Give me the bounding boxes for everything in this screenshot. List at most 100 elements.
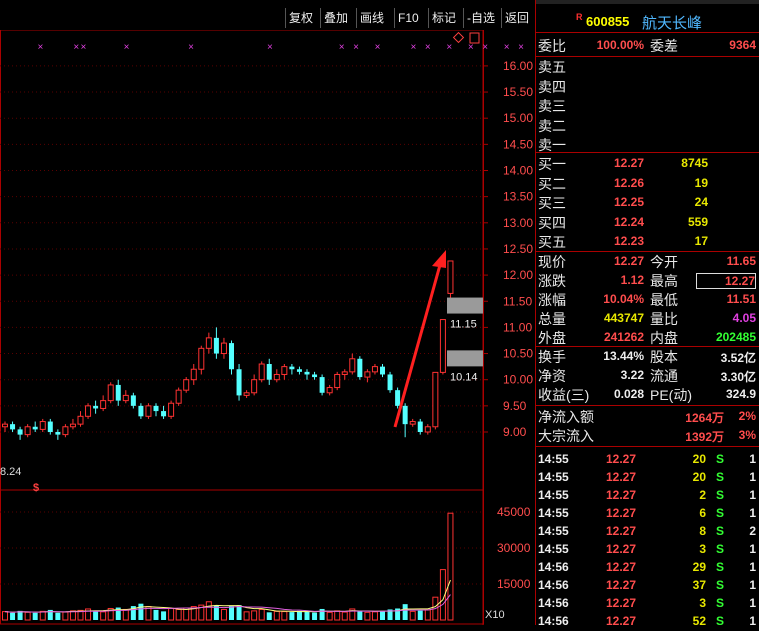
tick-price: 12.27 [606, 542, 637, 556]
overlay-button[interactable]: 叠加 [320, 8, 351, 28]
tick-row[interactable]: 14:55 12.27 8 S 2 [536, 523, 759, 541]
price-axis-label: 12.50 [503, 242, 533, 256]
tick-side: S [716, 596, 725, 610]
candle-body-up [183, 379, 190, 391]
buy-level-price: 12.27 [613, 156, 644, 170]
buy-level-price: 12.23 [613, 234, 644, 248]
tick-time: 14:55 [538, 524, 569, 538]
left-price-label: 8.24 [0, 466, 21, 478]
tick-row[interactable]: 14:56 12.27 52 S 1 [536, 613, 759, 631]
candle-body-down [47, 421, 53, 432]
quote-label: 涨跌 [538, 273, 566, 289]
volume-bar-up [281, 611, 288, 621]
tick-price: 12.27 [606, 560, 637, 574]
tick-row[interactable]: 14:55 12.27 2 S 1 [536, 487, 759, 505]
tick-time: 14:55 [538, 452, 569, 466]
volume-bar-down [266, 612, 272, 620]
volume-bar-down [304, 611, 310, 620]
candle-body-up [77, 415, 84, 425]
volume-bar-up [2, 611, 8, 621]
tick-volume: 3 [699, 542, 706, 556]
volume-bar-up [273, 610, 280, 621]
candle-body-down [357, 358, 363, 378]
weicha-value: 9364 [729, 38, 756, 52]
candle-body-down [387, 374, 393, 391]
back-button[interactable]: 返回 [501, 8, 532, 28]
candle-body-down [153, 405, 159, 412]
tick-row[interactable]: 14:56 12.27 29 S 1 [536, 559, 759, 577]
price-axis-label: 16.00 [503, 59, 533, 73]
fuquan-button[interactable]: 复权 [285, 8, 316, 28]
sell-level-label: 卖三 [538, 98, 566, 114]
volume-bar-down [296, 610, 302, 620]
candle-body-up [69, 423, 76, 428]
candle-body-up [145, 405, 152, 417]
quote-label: 量比 [650, 311, 678, 327]
quote-value: 1.12 [620, 273, 644, 287]
tick-side: S [716, 560, 725, 574]
tick-row[interactable]: 14:55 12.27 20 S 1 [536, 451, 759, 469]
tick-volume: 2 [699, 488, 706, 502]
quote-value: 443747 [603, 311, 644, 325]
tick-row[interactable]: 14:55 12.27 6 S 1 [536, 505, 759, 523]
volume-bar-up [371, 611, 378, 621]
signal-marker: × [188, 42, 194, 53]
buy-level-label: 买二 [538, 175, 566, 192]
tick-price: 12.27 [606, 452, 637, 466]
candle-body-up [220, 342, 227, 355]
tick-row[interactable]: 14:55 12.27 20 S 1 [536, 469, 759, 487]
signal-marker: × [81, 42, 87, 53]
level-label: 11.15 [450, 319, 477, 331]
signal-marker: × [375, 42, 381, 53]
remove-watchlist-button[interactable]: -自选 [463, 8, 498, 28]
buy-level-price: 12.26 [613, 175, 644, 190]
draw-line-button[interactable]: 画线 [356, 8, 387, 28]
volume-multiplier: X10 [485, 609, 505, 621]
signal-marker: × [446, 42, 452, 53]
tick-row[interactable]: 14:56 12.27 37 S 1 [536, 577, 759, 595]
price-axis-label: 10.50 [503, 347, 533, 361]
tick-time: 14:55 [538, 488, 569, 502]
kline-chart[interactable]: 16.00 15.50 15.00 14.50 14.00 13.50 13.00 12.50… [0, 30, 535, 625]
tick-time: 14:56 [538, 596, 569, 610]
tick-count: 1 [749, 452, 756, 466]
tick-row[interactable]: 14:55 12.27 3 S 1 [536, 541, 759, 559]
quote-value: 12.27 [696, 273, 756, 289]
price-axis-label: 14.50 [503, 137, 533, 151]
tick-time: 14:55 [538, 470, 569, 484]
flow-value: 1264万 [685, 411, 724, 425]
signal-marker: × [482, 42, 488, 53]
volume-bar-up [447, 512, 454, 621]
mark-button[interactable]: 标记 [428, 8, 459, 28]
candle-body-down [115, 384, 121, 401]
volume-axis-label: 45000 [497, 505, 531, 519]
signal-marker: × [124, 42, 130, 53]
candle-body-up [281, 366, 288, 375]
tick-price: 12.27 [606, 614, 637, 628]
tick-count: 1 [749, 578, 756, 592]
tick-volume: 52 [692, 614, 706, 628]
tick-side: S [716, 524, 725, 538]
tick-volume: 37 [692, 578, 706, 592]
signal-marker: × [518, 42, 524, 53]
price-axis-label: 10.00 [503, 373, 533, 387]
tick-time: 14:56 [538, 614, 569, 628]
volume-bar-down [229, 606, 234, 620]
tick-row[interactable]: 14:56 12.27 3 S 1 [536, 595, 759, 613]
tick-time: 14:56 [538, 578, 569, 592]
candle-body-down [417, 421, 423, 432]
buy-level-volume: 24 [694, 195, 708, 209]
quote-value: 202485 [715, 330, 756, 344]
quote-label: 总量 [538, 311, 566, 327]
quote-value: 11.51 [726, 292, 756, 306]
candle-body-down [17, 429, 23, 435]
quote-value: 10.04% [603, 292, 644, 306]
f10-button[interactable]: F10 [394, 8, 422, 28]
buy-level-label: 买一 [538, 156, 566, 172]
volume-bar-down [402, 604, 408, 620]
candle-body-up [24, 426, 31, 436]
candle-body-up [243, 392, 250, 396]
buy-level-volume: 19 [694, 175, 708, 190]
quote-label: 今开 [650, 254, 678, 270]
volume-bar-up [175, 608, 182, 621]
